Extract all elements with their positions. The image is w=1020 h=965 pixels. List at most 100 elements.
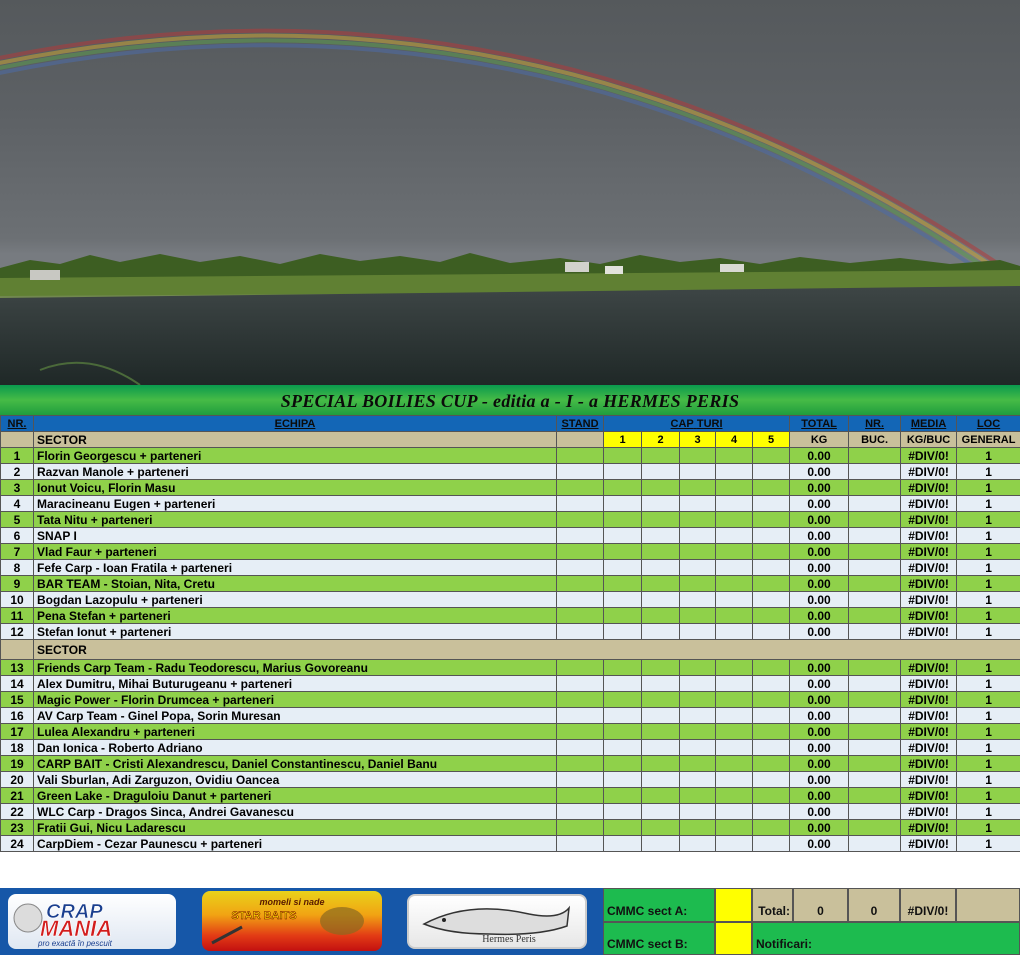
loc-cell: 1 xyxy=(957,756,1020,772)
team-number: 19 xyxy=(1,756,34,772)
turn-1-cell xyxy=(604,512,642,528)
turn-1-cell xyxy=(604,464,642,480)
turn-4-cell xyxy=(716,608,753,624)
team-name: Green Lake - Draguloiu Danut + parteneri xyxy=(34,788,557,804)
buc-cell xyxy=(849,608,901,624)
stand-cell xyxy=(557,724,604,740)
buc-cell xyxy=(849,464,901,480)
buc-cell xyxy=(849,448,901,464)
table-row: 21Green Lake - Draguloiu Danut + partene… xyxy=(1,788,1020,804)
media-cell: #DIV/0! xyxy=(901,464,957,480)
turn-1-cell xyxy=(604,544,642,560)
buc-cell xyxy=(849,576,901,592)
team-number: 10 xyxy=(1,592,34,608)
unit-kgbuc: KG/BUC xyxy=(901,432,957,448)
team-number: 5 xyxy=(1,512,34,528)
turn-3-cell xyxy=(680,560,716,576)
table-row: 17Lulea Alexandru + parteneri0.00#DIV/0!… xyxy=(1,724,1020,740)
buc-cell xyxy=(849,544,901,560)
col-header-nr: NR. xyxy=(1,416,34,432)
col-header-loc: LOC xyxy=(957,416,1020,432)
turn-2-cell xyxy=(642,804,680,820)
loc-cell: 1 xyxy=(957,788,1020,804)
turn-5-cell xyxy=(753,660,790,676)
turn-4-cell xyxy=(716,660,753,676)
turn-2-cell xyxy=(642,772,680,788)
team-name: Magic Power - Florin Drumcea + parteneri xyxy=(34,692,557,708)
team-number: 8 xyxy=(1,560,34,576)
turn-4-cell xyxy=(716,804,753,820)
total-kg-cell: 0.00 xyxy=(790,820,849,836)
col-header-stand: STAND xyxy=(557,416,604,432)
turn-5-cell xyxy=(753,692,790,708)
turn-2-cell xyxy=(642,624,680,640)
turn-4-cell xyxy=(716,788,753,804)
table-row: 11Pena Stefan + parteneri0.00#DIV/0!1 xyxy=(1,608,1020,624)
buc-cell xyxy=(849,772,901,788)
stand-cell xyxy=(557,496,604,512)
team-name: Fefe Carp - Ioan Fratila + parteneri xyxy=(34,560,557,576)
turn-4-cell xyxy=(716,544,753,560)
sector-b-label: SECTOR xyxy=(34,640,1020,660)
turn-5-cell xyxy=(753,544,790,560)
stand-cell xyxy=(557,708,604,724)
table-row: 6SNAP I0.00#DIV/0!1 xyxy=(1,528,1020,544)
turn-4-cell xyxy=(716,756,753,772)
loc-cell: 1 xyxy=(957,804,1020,820)
buc-cell xyxy=(849,496,901,512)
total-kg-cell: 0.00 xyxy=(790,676,849,692)
total-kg-cell: 0.00 xyxy=(790,512,849,528)
stand-cell xyxy=(557,624,604,640)
turn-2-cell xyxy=(642,756,680,772)
team-number: 22 xyxy=(1,804,34,820)
media-cell: #DIV/0! xyxy=(901,660,957,676)
turn-5-cell xyxy=(753,820,790,836)
table-row: 10Bogdan Lazopulu + parteneri0.00#DIV/0!… xyxy=(1,592,1020,608)
turn-2-cell xyxy=(642,528,680,544)
table-row: 22WLC Carp - Dragos Sinca, Andrei Gavane… xyxy=(1,804,1020,820)
cmmc-b-label: CMMC sect B: xyxy=(603,922,715,955)
total-label: Total: xyxy=(752,888,793,922)
footer: CRAP MANIA pro exactă în pescuit momeli … xyxy=(0,888,1020,955)
turn-1-cell xyxy=(604,724,642,740)
table-row: 14Alex Dumitru, Mihai Buturugeanu + part… xyxy=(1,676,1020,692)
turn-5-cell xyxy=(753,496,790,512)
team-number: 24 xyxy=(1,836,34,852)
turn-1-cell xyxy=(604,740,642,756)
total-kg-cell: 0.00 xyxy=(790,624,849,640)
turn-3: 3 xyxy=(680,432,716,448)
stand-cell xyxy=(557,836,604,852)
turn-4-cell xyxy=(716,708,753,724)
table-row: 7Vlad Faur + parteneri0.00#DIV/0!1 xyxy=(1,544,1020,560)
turn-3-cell xyxy=(680,660,716,676)
loc-cell: 1 xyxy=(957,560,1020,576)
team-number: 4 xyxy=(1,496,34,512)
sponsor-logos: CRAP MANIA pro exactă în pescuit momeli … xyxy=(0,888,603,955)
table-row: 4Maracineanu Eugen + parteneri0.00#DIV/0… xyxy=(1,496,1020,512)
total-kg-cell: 0.00 xyxy=(790,804,849,820)
turn-5-cell xyxy=(753,788,790,804)
buc-cell xyxy=(849,788,901,804)
buc-cell xyxy=(849,724,901,740)
media-cell: #DIV/0! xyxy=(901,676,957,692)
total-kg: 0 xyxy=(793,888,848,922)
turn-5: 5 xyxy=(753,432,790,448)
subheader-row: SECTOR 1 2 3 4 5 KG BUC. KG/BUC GENERAL xyxy=(1,432,1020,448)
turn-5-cell xyxy=(753,608,790,624)
turn-3-cell xyxy=(680,772,716,788)
turn-4-cell xyxy=(716,512,753,528)
total-kg-cell: 0.00 xyxy=(790,480,849,496)
total-kg-cell: 0.00 xyxy=(790,724,849,740)
turn-5-cell xyxy=(753,512,790,528)
turn-2-cell xyxy=(642,480,680,496)
turn-1-cell xyxy=(604,560,642,576)
col-header-nr-buc: NR. xyxy=(849,416,901,432)
turn-4-cell xyxy=(716,724,753,740)
turn-2-cell xyxy=(642,448,680,464)
turn-3-cell xyxy=(680,820,716,836)
stand-cell xyxy=(557,480,604,496)
lake-rainbow-photo xyxy=(0,0,1020,385)
sector-a-label: SECTOR xyxy=(34,432,557,448)
turn-5-cell xyxy=(753,676,790,692)
turn-5-cell xyxy=(753,724,790,740)
